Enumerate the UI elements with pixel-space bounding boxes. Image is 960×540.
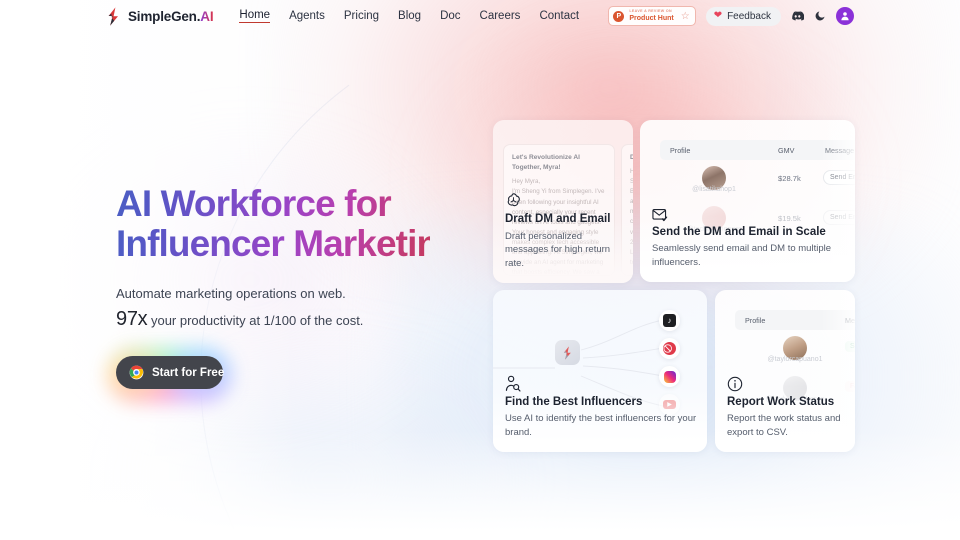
hero-subtitle-line-2: 97x your productivity at 1/100 of the co… — [116, 304, 430, 334]
nav-actions: P LEAVE A REVIEW ON Product Hunt ☆ ❤ Fee… — [608, 6, 854, 26]
lightning-bolt-icon — [108, 6, 118, 26]
brand-name: SimpleGen.AI — [128, 8, 214, 24]
hero-subtitle-line-1: Automate marketing operations on web. — [116, 285, 346, 301]
column-header-profile: Profile — [745, 315, 766, 325]
person-search-icon — [505, 375, 521, 392]
heart-icon: ❤ — [713, 10, 723, 21]
productivity-text: your productivity at 1/100 of the cost. — [147, 313, 364, 329]
influencer-handle: @taylorcapuano1 — [767, 356, 823, 363]
card-title: Draft DM and Email — [505, 212, 611, 225]
influencer-handle: @lisatikshop1 — [692, 186, 736, 193]
lightning-bolt-icon — [563, 345, 571, 360]
start-for-free-button[interactable]: Start for Free — [116, 356, 225, 390]
top-navigation-bar: SimpleGen.AI Home Agents Pricing Blog Do… — [0, 0, 960, 32]
email-subject: Let's Revolutionize AI Together, Myra! — [512, 154, 581, 172]
product-hunt-text: LEAVE A REVIEW ON Product Hunt — [629, 10, 673, 22]
email-subject-secondary: Direc — [630, 153, 633, 163]
card-title: Send the DM and Email in Scale — [652, 225, 826, 238]
hero-section: AI Workforce for Influencer Marketing Au… — [0, 32, 430, 404]
brand-logo[interactable]: SimpleGen.AI — [106, 6, 214, 26]
productivity-multiplier: 97x — [116, 308, 148, 331]
discord-icon[interactable] — [791, 11, 804, 21]
status-badge: Failed — [845, 381, 855, 392]
user-avatar-icon[interactable] — [836, 7, 854, 25]
table-row: @taylorcapuano1 Success — [735, 336, 855, 378]
envelope-check-icon — [652, 208, 668, 221]
nav-links: Home Agents Pricing Blog Doc Careers Con… — [239, 9, 579, 23]
table-header: Profile Message — [735, 310, 855, 330]
star-outline-icon: ☆ — [680, 10, 690, 22]
card-title: Find the Best Influencers — [505, 395, 643, 408]
tiktok-icon: ♪ — [659, 310, 680, 331]
cta-container: Start for Free — [107, 347, 232, 404]
status-badge: Success — [845, 341, 855, 352]
card-title: Report Work Status — [727, 395, 835, 408]
info-circle-icon — [727, 376, 743, 391]
landing-page: SimpleGen.AI Home Agents Pricing Blog Do… — [0, 0, 960, 540]
card-footer: Find the Best Influencers Use AI to iden… — [505, 375, 697, 440]
headline-line-2: Influencer Marketing — [116, 222, 460, 264]
nav-link-agents[interactable]: Agents — [289, 10, 325, 23]
product-hunt-badge[interactable]: P LEAVE A REVIEW ON Product Hunt ☆ — [608, 6, 696, 26]
feature-card-send-dm-and-email-in-scale[interactable]: Profile GMV Message @lisatikshop1 $28.7k… — [640, 120, 855, 282]
card-description: Report the work status and export to CSV… — [727, 413, 841, 439]
feature-card-find-the-best-influencers[interactable]: ♪ ⃠ ▶ Find th — [493, 290, 707, 452]
card-footer: Send the DM and Email in Scale Seamlessl… — [652, 208, 845, 270]
column-header-message: Message — [845, 315, 855, 325]
feature-cards: Let's Revolutionize AI Together, Myra! H… — [493, 120, 855, 452]
product-hunt-subtitle: LEAVE A REVIEW ON — [629, 9, 672, 14]
column-header-gmv: GMV — [778, 145, 795, 155]
pinterest-icon: ⃠ — [659, 338, 680, 359]
email-body-secondary: Hey I Simp Beau and t match collab video… — [630, 168, 633, 266]
card-description: Use AI to identify the best influencers … — [505, 413, 697, 439]
feature-card-draft-dm-and-email[interactable]: Let's Revolutionize AI Together, Myra! H… — [493, 120, 633, 283]
product-hunt-icon: P — [613, 10, 625, 22]
moon-icon[interactable] — [814, 10, 826, 22]
hub-node — [555, 340, 580, 365]
column-header-profile: Profile — [670, 145, 691, 155]
openai-logo-icon — [507, 193, 520, 207]
nav-link-careers[interactable]: Careers — [480, 10, 521, 23]
product-hunt-title: Product Hunt — [629, 14, 674, 22]
nav-link-blog[interactable]: Blog — [398, 10, 421, 23]
feedback-button[interactable]: ❤ Feedback — [705, 6, 781, 26]
cta-label: Start for Free — [152, 366, 225, 379]
page-title: AI Workforce for Influencer Marketing — [116, 184, 430, 264]
nav-link-home[interactable]: Home — [239, 9, 271, 23]
feedback-label: Feedback — [727, 10, 771, 22]
table-header: Profile GMV Message — [660, 140, 855, 160]
card-footer: Draft DM and Email Draft personalized me… — [505, 192, 623, 271]
table-row: @lisatikshop1 $28.7k Send Email — [660, 166, 855, 208]
send-email-button[interactable]: Send Email — [823, 170, 855, 185]
gmv-value: $28.7k — [778, 174, 801, 183]
column-header-message: Message — [825, 145, 855, 155]
card-description: Draft personalized messages for high ret… — [505, 230, 611, 270]
headline-line-1: AI Workforce for — [116, 183, 391, 224]
feature-card-report-work-status[interactable]: Profile Message @taylorcapuano1 Success … — [715, 290, 855, 452]
nav-link-contact[interactable]: Contact — [539, 10, 579, 23]
hero-subtitle: Automate marketing operations on web. 97… — [116, 284, 430, 335]
nav-link-pricing[interactable]: Pricing — [344, 10, 379, 23]
card-description: Seamlessly send email and DM to multiple… — [652, 243, 831, 269]
nav-link-doc[interactable]: Doc — [440, 10, 460, 23]
chrome-icon — [129, 366, 144, 380]
card-footer: Report Work Status Report the work statu… — [727, 376, 845, 440]
